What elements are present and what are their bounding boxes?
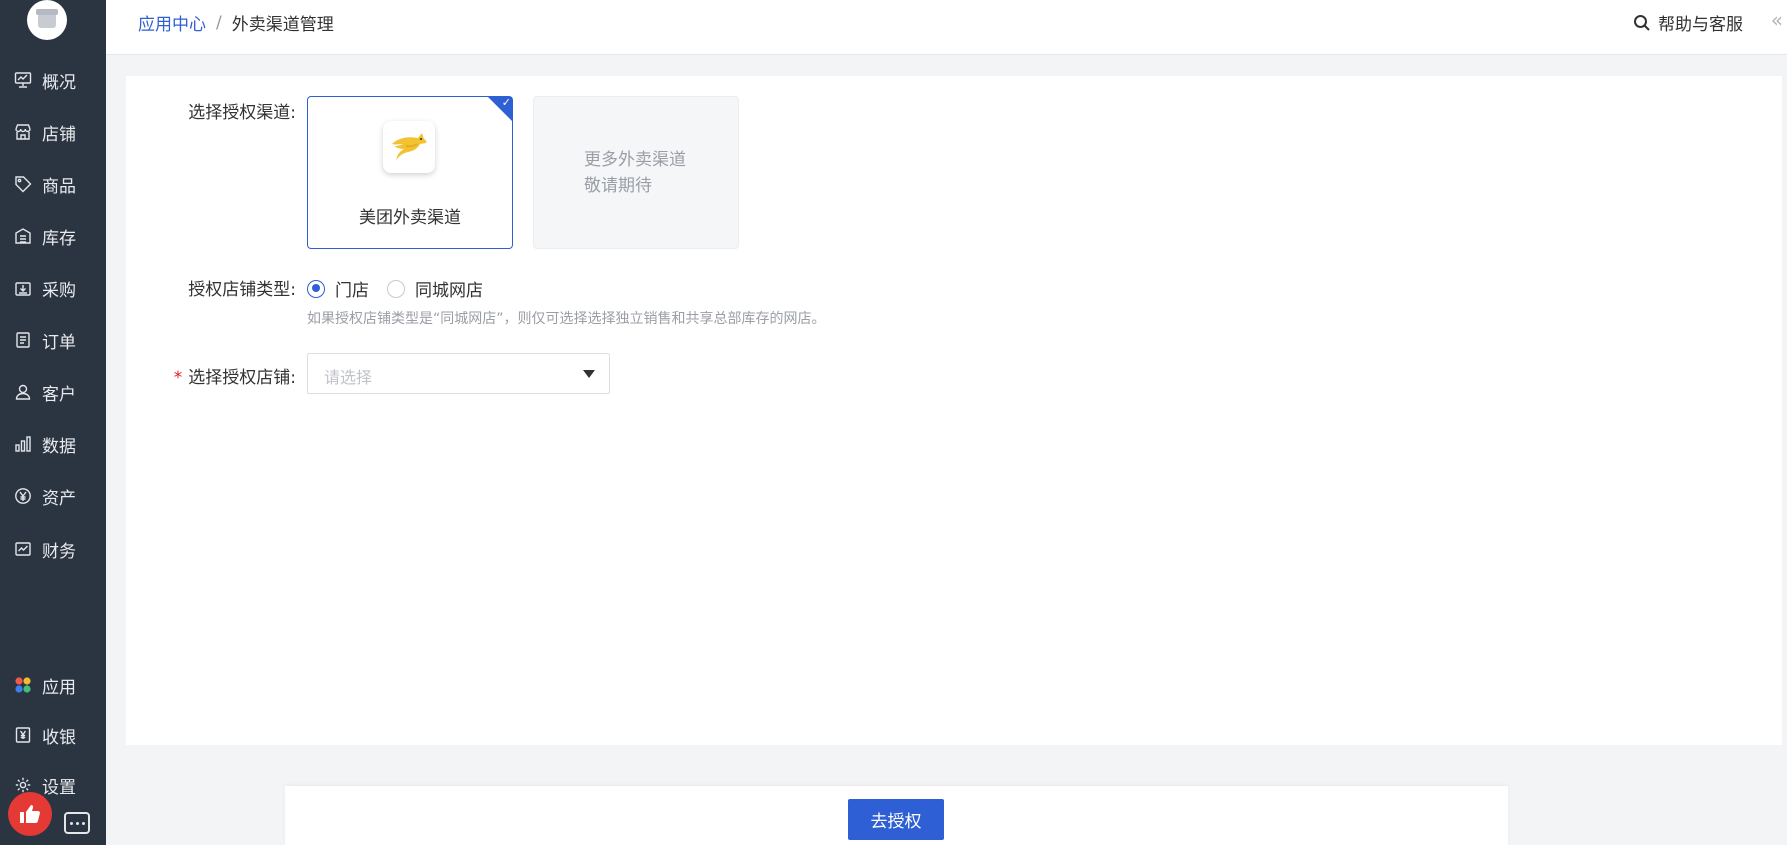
breadcrumb: 应用中心 / 外卖渠道管理 [138, 10, 334, 36]
channel-auth-form: 选择授权渠道: ✓ 美团外卖渠道 更多外卖渠道 敬请期待 授权店铺类型: 门店 … [126, 76, 1782, 745]
store-type-radio-physical[interactable]: 门店 [307, 276, 369, 301]
tag-icon [13, 174, 33, 194]
thumbs-up-button[interactable] [8, 792, 52, 836]
sidebar-item-purchase[interactable]: 采购 [0, 266, 106, 310]
sidebar-item-cashier[interactable]: 收银 [0, 713, 106, 757]
sidebar-item-inventory[interactable]: 库存 [0, 214, 106, 258]
sidebar-item-assets[interactable]: 资产 [0, 474, 106, 518]
sidebar-item-overview[interactable]: 概况 [0, 58, 106, 102]
meituan-kangaroo-logo [383, 121, 435, 173]
collapse-sidebar-icon[interactable]: « [1771, 8, 1783, 32]
chat-button[interactable] [64, 812, 90, 834]
chat-dot [81, 821, 85, 825]
chat-dot [75, 821, 79, 825]
breadcrumb-current: 外卖渠道管理 [231, 15, 334, 35]
sidebar: 概况 店铺 商品 库存 采购 订单 客户 数据 资产 财务 应用 收银 设置 [0, 0, 106, 845]
sidebar-item-label: 客户 [42, 384, 76, 405]
check-icon: ✓ [501, 96, 511, 109]
store-type-label: 授权店铺类型: [188, 280, 296, 300]
sidebar-item-store[interactable]: 店铺 [0, 110, 106, 154]
channel-card-meituan[interactable]: ✓ 美团外卖渠道 [307, 96, 513, 249]
search-icon [1634, 14, 1650, 31]
channel-label: 选择授权渠道: [188, 103, 296, 123]
sidebar-item-label: 数据 [42, 436, 76, 457]
coming-soon-line1: 更多外卖渠道 [584, 150, 686, 170]
sidebar-item-data[interactable]: 数据 [0, 422, 106, 466]
radio-checked-icon [307, 279, 325, 298]
sidebar-item-label: 库存 [42, 228, 76, 249]
store-type-radio-group: 门店 同城网店 [307, 276, 501, 301]
sidebar-item-label: 采购 [42, 280, 76, 301]
store-label-text: 选择授权店铺: [188, 368, 296, 388]
sidebar-item-label: 概况 [42, 72, 76, 93]
sidebar-item-apps[interactable]: 应用 [0, 663, 106, 707]
breadcrumb-app-center-link[interactable]: 应用中心 [138, 10, 206, 35]
store-select-placeholder: 请选择 [324, 368, 373, 387]
help-label: 帮助与客服 [1658, 15, 1743, 35]
cashier-icon [13, 725, 33, 745]
sidebar-item-label: 收银 [42, 727, 76, 748]
purchase-icon [13, 278, 33, 298]
store-icon [13, 122, 33, 142]
apps-icon [13, 675, 33, 695]
sidebar-item-label: 订单 [42, 332, 76, 353]
chat-dot [69, 821, 73, 825]
breadcrumb-separator: / [216, 12, 222, 33]
overview-icon [13, 70, 33, 90]
radio-unchecked-icon [387, 279, 405, 298]
store-type-radio-local-online[interactable]: 同城网店 [387, 276, 483, 301]
radio-label: 同城网店 [415, 281, 483, 301]
shop-logo[interactable] [27, 0, 67, 40]
yen-icon [13, 486, 33, 506]
store-type-hint: 如果授权店铺类型是“同城网店”，则仅可选择选择独立销售和共享总部库存的网店。 [307, 311, 826, 327]
top-bar: 应用中心 / 外卖渠道管理 帮助与客服 « [106, 0, 1787, 55]
sidebar-item-customer[interactable]: 客户 [0, 370, 106, 414]
sidebar-item-label: 财务 [42, 541, 76, 562]
thumbs-up-icon [20, 805, 40, 823]
caret-down-icon [583, 370, 595, 378]
data-icon [13, 434, 33, 454]
finance-icon [13, 539, 33, 559]
store-label: * 选择授权店铺: [126, 363, 296, 388]
order-icon [13, 330, 33, 350]
sidebar-item-label: 商品 [42, 176, 76, 197]
sidebar-item-label: 设置 [42, 777, 76, 798]
warehouse-icon [13, 226, 33, 246]
sidebar-item-finance[interactable]: 财务 [0, 527, 106, 571]
sidebar-item-label: 资产 [42, 488, 76, 509]
shop-logo-icon [36, 8, 58, 28]
radio-label: 门店 [335, 281, 369, 301]
sidebar-item-label: 应用 [42, 677, 76, 698]
store-select[interactable]: 请选择 [307, 353, 610, 394]
channel-card-coming-soon: 更多外卖渠道 敬请期待 [533, 96, 739, 249]
help-and-support-link[interactable]: 帮助与客服 [1633, 10, 1743, 35]
required-mark: * [173, 368, 183, 388]
coming-soon-text: 更多外卖渠道 敬请期待 [584, 147, 686, 199]
sidebar-item-order[interactable]: 订单 [0, 318, 106, 362]
sidebar-item-label: 店铺 [42, 124, 76, 145]
authorize-button[interactable]: 去授权 [848, 799, 944, 840]
coming-soon-line2: 敬请期待 [584, 176, 652, 196]
sidebar-item-goods[interactable]: 商品 [0, 162, 106, 206]
customer-icon [13, 382, 33, 402]
channel-name: 美团外卖渠道 [359, 208, 461, 228]
